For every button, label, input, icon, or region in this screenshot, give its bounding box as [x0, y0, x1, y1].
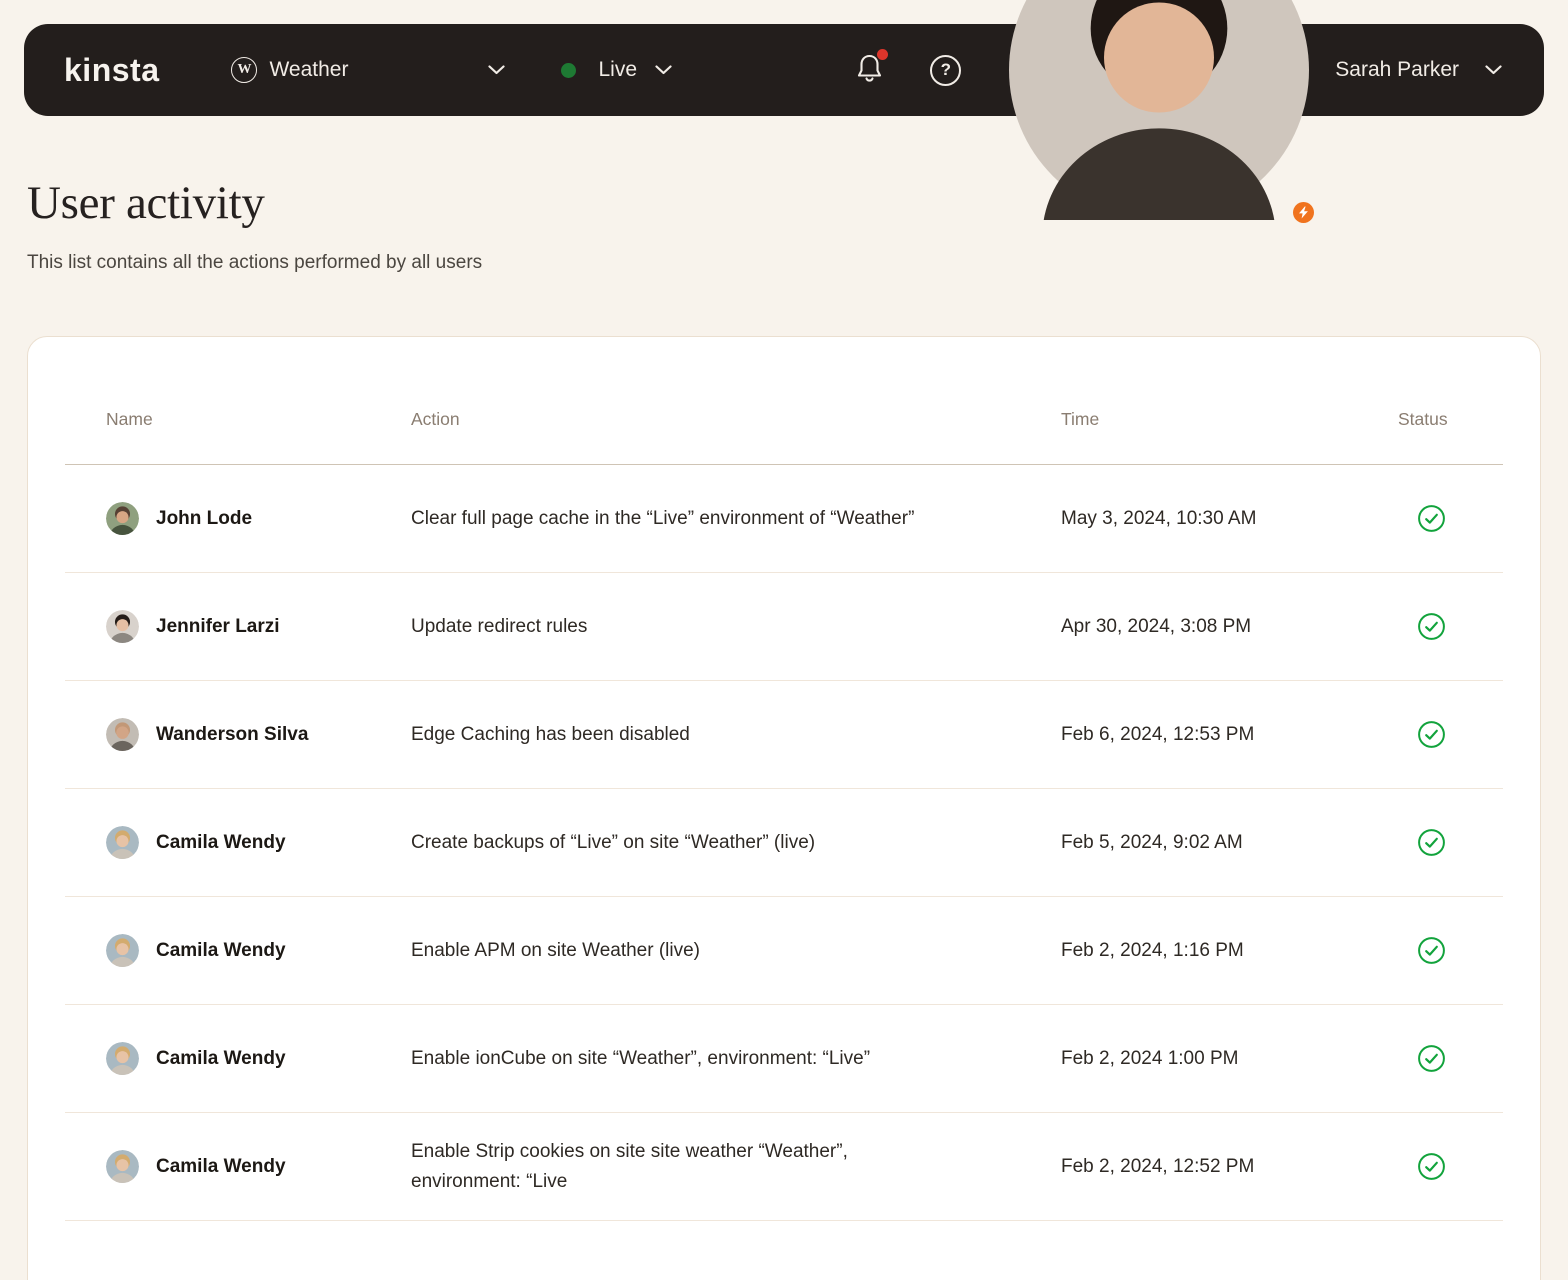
user-name-label: Sarah Parker [1335, 58, 1459, 81]
notification-badge [877, 49, 889, 60]
top-navbar: kinsta W Weather Live ? Sarah Parker [24, 0, 1544, 223]
action-description: Enable ionCube on site “Weather”, enviro… [411, 1047, 871, 1069]
environment-label: Live [598, 58, 638, 81]
timestamp: Feb 5, 2024, 9:02 AM [1061, 831, 1243, 853]
success-check-icon [1418, 613, 1445, 640]
avatar [106, 826, 139, 859]
avatar [106, 1150, 139, 1183]
user-name: Camila Wendy [156, 1155, 286, 1177]
user-name: Camila Wendy [156, 831, 286, 853]
user-name: John Lode [156, 507, 253, 529]
chevron-down-icon [1485, 65, 1502, 75]
timestamp: Apr 30, 2024, 3:08 PM [1061, 615, 1252, 637]
table-row: John Lode Clear full page cache in the “… [65, 465, 1503, 573]
status-cell [1398, 1044, 1503, 1073]
status-cell [1398, 612, 1503, 641]
action-description: Enable Strip cookies on site site weathe… [411, 1140, 848, 1192]
page-subtitle: This list contains all the actions perfo… [27, 252, 483, 273]
user-activity-card: Name Action Time Status John Lode Clear … [27, 336, 1541, 1280]
name-cell: John Lode [106, 502, 411, 535]
user-menu[interactable]: Sarah Parker [1009, 0, 1502, 223]
table-row: Camila Wendy Create backups of “Live” on… [65, 789, 1503, 897]
timestamp: Feb 6, 2024, 12:53 PM [1061, 723, 1255, 745]
site-selector-label: Weather [269, 58, 349, 81]
wordpress-icon: W [231, 57, 258, 83]
status-cell [1398, 936, 1503, 965]
lightning-badge-icon [1293, 202, 1315, 223]
column-header-status: Status [1398, 409, 1448, 429]
navbar-right-group: ? Sarah Parker [855, 0, 1502, 223]
name-cell: Camila Wendy [106, 1042, 411, 1075]
timestamp: Feb 2, 2024, 1:16 PM [1061, 939, 1244, 961]
column-header-time: Time [1061, 409, 1100, 429]
success-check-icon [1418, 1045, 1445, 1072]
live-status-dot [561, 62, 577, 78]
kinsta-logo: kinsta [64, 51, 160, 88]
table-row: Wanderson Silva Edge Caching has been di… [65, 681, 1503, 789]
user-name: Camila Wendy [156, 1047, 286, 1069]
avatar [106, 934, 139, 967]
chevron-down-icon [655, 65, 672, 75]
user-name: Jennifer Larzi [156, 615, 280, 637]
success-check-icon [1418, 505, 1445, 532]
help-button[interactable]: ? [930, 54, 962, 86]
success-check-icon [1418, 937, 1445, 964]
table-header-row: Name Action Time Status [65, 337, 1503, 465]
site-selector-dropdown[interactable]: W Weather [231, 57, 506, 83]
avatar [1009, 0, 1310, 220]
table-row: Camila Wendy Enable ionCube on site “Wea… [65, 1005, 1503, 1113]
status-cell [1398, 504, 1503, 533]
environment-selector-dropdown[interactable]: Live [561, 58, 672, 82]
status-cell [1398, 1152, 1503, 1181]
question-mark-icon: ? [940, 60, 951, 79]
table-row: Camila Wendy Enable Strip cookies on sit… [65, 1113, 1503, 1221]
name-cell: Wanderson Silva [106, 718, 411, 751]
avatar [106, 610, 139, 643]
notifications-button[interactable] [855, 49, 889, 88]
name-cell: Camila Wendy [106, 826, 411, 859]
action-description: Update redirect rules [411, 615, 588, 637]
column-header-name: Name [106, 409, 153, 429]
success-check-icon [1418, 1153, 1445, 1180]
avatar [106, 502, 139, 535]
table-row: Camila Wendy Enable APM on site Weather … [65, 897, 1503, 1005]
status-cell [1398, 720, 1503, 749]
avatar [106, 718, 139, 751]
user-name: Wanderson Silva [156, 723, 309, 745]
timestamp: May 3, 2024, 10:30 AM [1061, 507, 1257, 529]
action-description: Create backups of “Live” on site “Weathe… [411, 831, 816, 853]
name-cell: Camila Wendy [106, 1150, 411, 1183]
status-cell [1398, 828, 1503, 857]
name-cell: Jennifer Larzi [106, 610, 411, 643]
timestamp: Feb 2, 2024 1:00 PM [1061, 1047, 1239, 1069]
avatar [106, 1042, 139, 1075]
success-check-icon [1418, 829, 1445, 856]
user-name: Camila Wendy [156, 939, 286, 961]
success-check-icon [1418, 721, 1445, 748]
action-description: Clear full page cache in the “Live” envi… [411, 507, 915, 529]
action-description: Enable APM on site Weather (live) [411, 939, 701, 961]
column-header-action: Action [411, 409, 460, 429]
table-row: Jennifer Larzi Update redirect rules Apr… [65, 573, 1503, 681]
chevron-down-icon [488, 65, 506, 75]
timestamp: Feb 2, 2024, 12:52 PM [1061, 1155, 1255, 1177]
action-description: Edge Caching has been disabled [411, 723, 690, 745]
user-avatar-wrap [1009, 0, 1315, 223]
name-cell: Camila Wendy [106, 934, 411, 967]
